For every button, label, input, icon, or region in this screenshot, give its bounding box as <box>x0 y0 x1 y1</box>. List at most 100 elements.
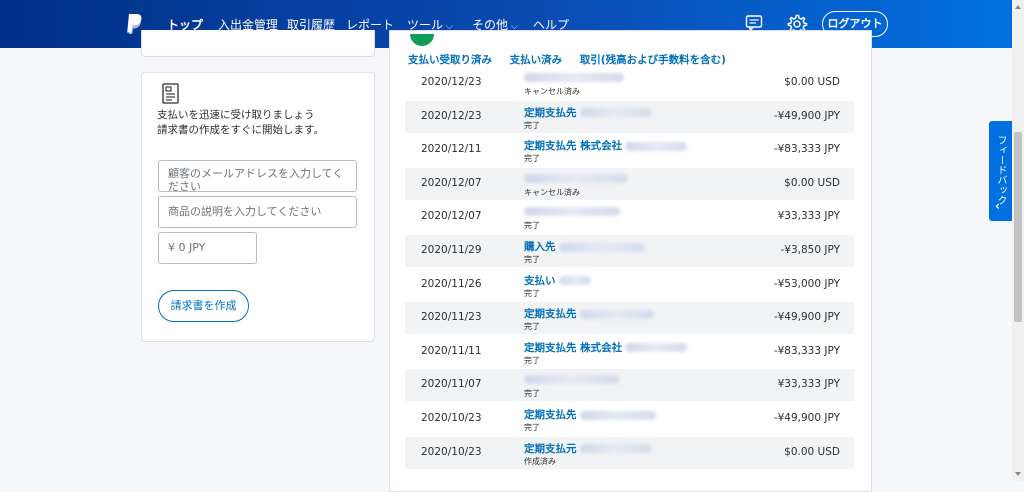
transaction-party-name: 定期支払先 <box>524 106 577 119</box>
feedback-label: フィードバック <box>995 135 1006 205</box>
invoice-promo-line1: 支払いを迅速に受け取りましょう <box>157 109 315 121</box>
create-invoice-button[interactable]: 請求書を作成 <box>158 290 249 322</box>
transaction-party-name: 定期支払先 株式会社 <box>524 341 623 354</box>
transaction-party-name: 定期支払元 <box>524 442 577 455</box>
redacted-text <box>524 207 620 217</box>
transaction-date: 2020/12/11 <box>421 143 482 156</box>
transaction-amount: -¥49,900 JPY <box>773 109 840 122</box>
transaction-amount: -¥53,000 JPY <box>773 277 840 290</box>
transaction-status: キャンセル済み <box>524 187 580 197</box>
transaction-status: 作成済み <box>524 456 556 466</box>
transaction-row[interactable]: 2020/12/11 定期支払先 株式会社 完了 -¥83,333 JPY <box>405 134 854 166</box>
transaction-amount: -¥83,333 JPY <box>773 344 840 357</box>
transaction-amount: $0.00 USD <box>784 176 840 189</box>
redacted-text <box>558 276 591 286</box>
transaction-row[interactable]: 2020/11/26 支払い 完了 -¥53,000 JPY <box>405 269 854 301</box>
transaction-row[interactable]: 2020/10/23 定期支払先完了 -¥49,900 JPY <box>405 403 854 435</box>
transaction-party[interactable]: 定期支払先 株式会社 <box>524 340 688 355</box>
transaction-party[interactable] <box>524 373 620 385</box>
transaction-amount: ¥33,333 JPY <box>777 378 840 391</box>
transaction-row[interactable]: 2020/12/23 定期支払先 完了 -¥49,900 JPY <box>405 100 854 133</box>
item-description-input[interactable]: 商品の説明を入力してください <box>158 196 357 228</box>
redacted-text <box>579 410 656 420</box>
customer-email-input[interactable]: 顧客のメールアドレスを入力してください <box>158 160 357 192</box>
transaction-amount: -¥83,333 JPY <box>773 143 840 156</box>
transaction-row[interactable]: 2020/12/23 キャンセル済み $0.00 USD <box>405 67 854 99</box>
redacted-text <box>579 444 652 454</box>
redacted-text <box>558 242 645 252</box>
transaction-status: 完了 <box>524 288 540 298</box>
redacted-text <box>524 73 624 82</box>
transaction-amount: $0.00 USD <box>784 445 840 458</box>
transaction-amount: -¥49,900 JPY <box>773 412 840 424</box>
transaction-date: 2020/10/23 <box>421 412 482 424</box>
transaction-date: 2020/12/07 <box>421 210 482 223</box>
transaction-status: 完了 <box>524 154 540 164</box>
transaction-row[interactable]: 2020/12/07 完了 ¥33,333 JPY <box>405 201 854 233</box>
amount-input[interactable]: ¥ 0 JPY <box>158 232 257 264</box>
invoice-promo-line2: 請求書の作成をすぐに開始します。 <box>157 124 324 136</box>
tab-all-transactions[interactable]: 取引(残高および手数料を含む) <box>580 54 726 66</box>
transaction-party[interactable] <box>524 205 620 217</box>
transaction-status: 完了 <box>524 221 540 231</box>
redacted-text <box>579 309 654 319</box>
transaction-row[interactable]: 2020/11/07 完了 ¥33,333 JPY <box>405 369 854 402</box>
transaction-row[interactable]: 2020/12/07 キャンセル済み $0.00 USD <box>405 167 854 200</box>
transaction-party[interactable]: 定期支払先 <box>524 105 652 120</box>
chevron-left-icon: ‹ <box>995 199 1000 213</box>
scrollbar-thumb[interactable] <box>1014 132 1022 322</box>
transaction-amount: ¥33,333 JPY <box>777 210 840 223</box>
transaction-date: 2020/11/23 <box>421 311 482 324</box>
transaction-status: キャンセル済み <box>524 87 580 96</box>
transaction-party-name: 定期支払先 <box>524 409 577 421</box>
transaction-party-name: 購入先 <box>524 241 556 253</box>
feedback-tab[interactable]: フィードバック ‹ <box>989 121 1012 221</box>
transaction-row[interactable]: 2020/11/23 定期支払先 完了 -¥49,900 JPY <box>405 302 854 335</box>
tab-sent[interactable]: 支払い済み <box>510 54 563 66</box>
transaction-row[interactable]: 2020/11/29 購入先完了 -¥3,850 JPY <box>405 235 854 267</box>
transaction-date: 2020/12/23 <box>421 76 482 88</box>
redacted-text <box>625 141 688 151</box>
transaction-date: 2020/12/23 <box>421 109 482 122</box>
scroll-down-arrow-icon[interactable] <box>1015 472 1021 476</box>
summary-card <box>141 30 375 57</box>
invoice-promo-text: 支払いを迅速に受け取りましょう 請求書の作成をすぐに開始します。 <box>157 108 367 138</box>
transaction-party[interactable]: 定期支払先 株式会社 <box>524 138 688 153</box>
redacted-text <box>524 375 620 385</box>
invoice-document-icon <box>162 83 179 104</box>
transaction-party-name: 定期支払先 株式会社 <box>524 140 623 153</box>
transaction-party[interactable]: 定期支払元 <box>524 441 652 456</box>
transaction-party-name: 支払い <box>524 274 556 287</box>
scroll-up-arrow-icon[interactable] <box>1015 5 1021 9</box>
transaction-status: 完了 <box>524 389 540 399</box>
transaction-party-name: 定期支払先 <box>524 308 577 321</box>
page-scrollbar[interactable] <box>1012 0 1024 481</box>
transaction-amount: -¥49,900 JPY <box>773 311 840 324</box>
transaction-date: 2020/11/26 <box>421 277 482 290</box>
transaction-amount: -¥3,850 JPY <box>780 244 840 256</box>
transaction-date: 2020/10/23 <box>421 445 482 458</box>
transaction-party[interactable]: 定期支払先 <box>524 407 656 422</box>
activity-status-icon <box>410 34 434 52</box>
transaction-status: 完了 <box>524 423 540 432</box>
transaction-date: 2020/12/07 <box>421 176 482 189</box>
redacted-text <box>579 108 652 118</box>
transaction-date: 2020/11/07 <box>421 378 482 391</box>
transaction-party[interactable]: 定期支払先 <box>524 306 654 321</box>
transaction-party[interactable]: 支払い <box>524 273 591 288</box>
tab-received[interactable]: 支払い受取り済み <box>408 54 492 66</box>
activity-filter-tabs: 支払い受取り済み 支払い済み 取引(残高および手数料を含む) <box>408 52 740 67</box>
transaction-status: 完了 <box>524 120 540 130</box>
transaction-row[interactable]: 2020/10/23 定期支払元 作成済み $0.00 USD <box>405 436 854 469</box>
redacted-text <box>524 173 628 183</box>
transaction-party[interactable]: 購入先 <box>524 239 645 254</box>
transaction-status: 完了 <box>524 355 540 365</box>
transaction-party[interactable] <box>524 172 628 183</box>
redacted-text <box>625 343 688 353</box>
transaction-status: 完了 <box>524 255 540 264</box>
transaction-status: 完了 <box>524 322 540 332</box>
transaction-row[interactable]: 2020/11/11 定期支払先 株式会社 完了 -¥83,333 JPY <box>405 336 854 368</box>
transaction-date: 2020/11/29 <box>421 244 482 256</box>
transaction-amount: $0.00 USD <box>784 76 840 88</box>
transaction-party[interactable] <box>524 71 624 82</box>
